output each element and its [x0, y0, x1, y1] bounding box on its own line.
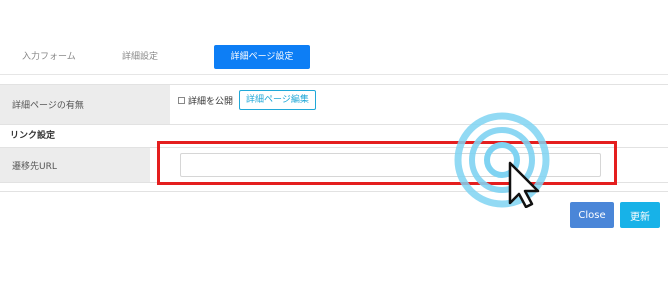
destination-url-label: 遷移先URL	[0, 148, 150, 182]
close-button[interactable]: Close	[570, 202, 614, 228]
tab-detail-settings[interactable]: 詳細設定	[122, 45, 158, 69]
edit-detail-page-button[interactable]: 詳細ページ編集	[239, 90, 316, 110]
destination-url-input[interactable]	[180, 153, 601, 177]
publish-detail-label[interactable]: 詳細を公開	[188, 94, 233, 107]
destination-url-row: 遷移先URL	[0, 147, 668, 183]
tab-detail-page-settings[interactable]: 詳細ページ設定	[214, 45, 310, 69]
tab-bar: 入力フォーム 詳細設定 詳細ページ設定	[0, 45, 668, 69]
detail-page-row: 詳細ページの有無 詳細を公開 詳細ページ編集	[0, 84, 668, 125]
link-settings-title: リンク設定	[10, 131, 56, 141]
publish-detail-checkbox[interactable]	[178, 96, 185, 104]
tab-input-form[interactable]: 入力フォーム	[22, 45, 76, 69]
update-button[interactable]: 更新	[620, 202, 660, 228]
form-bottom-divider	[0, 191, 668, 192]
tab-divider	[0, 74, 668, 75]
detail-page-label: 詳細ページの有無	[0, 85, 170, 124]
detail-page-controls: 詳細を公開 詳細ページ編集	[178, 90, 316, 110]
